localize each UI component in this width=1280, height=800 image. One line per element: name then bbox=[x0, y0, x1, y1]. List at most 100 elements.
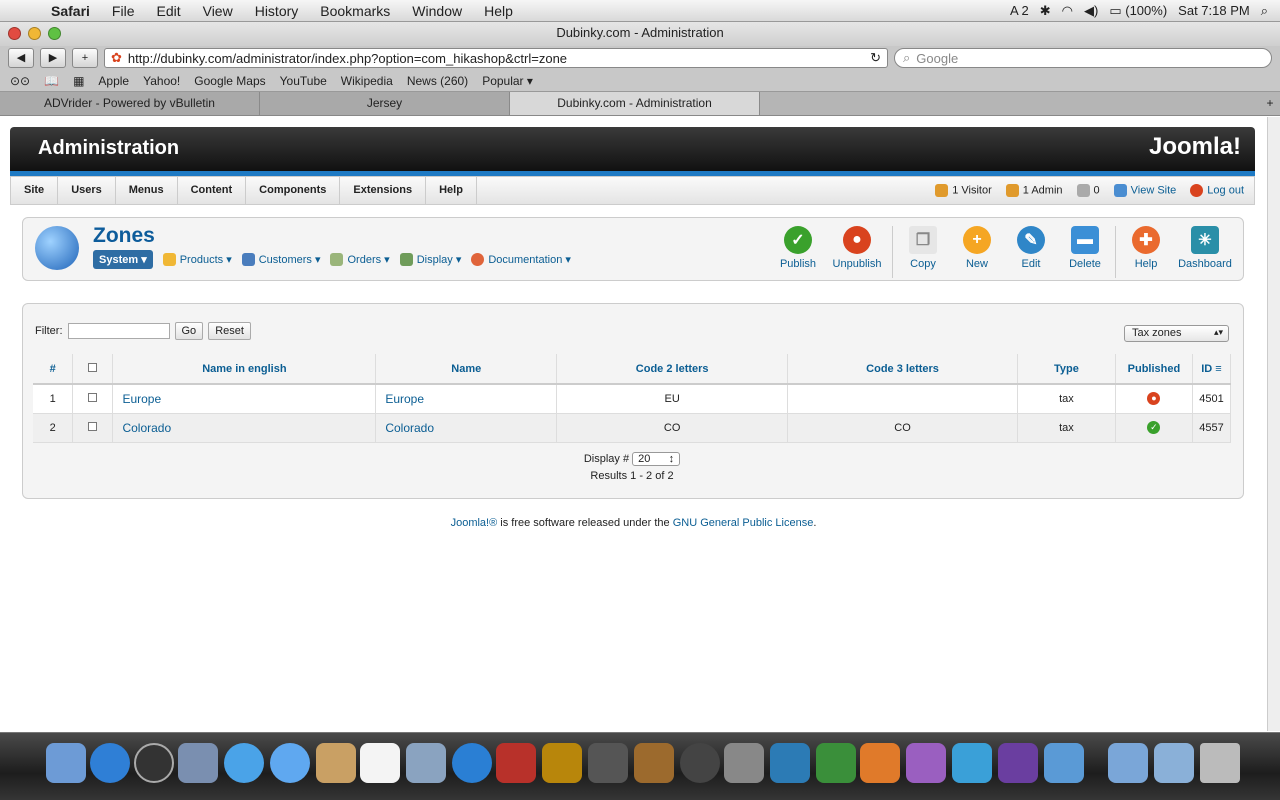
help-button[interactable]: ✚ Help bbox=[1119, 226, 1173, 270]
new-tab-button[interactable]: + bbox=[1260, 92, 1280, 115]
go-button[interactable]: Go bbox=[174, 322, 204, 340]
messenger-icon[interactable] bbox=[952, 743, 992, 783]
display-limit-select[interactable]: 20 ↕ bbox=[632, 452, 681, 466]
reading-glasses-icon[interactable]: ⊙⊙ bbox=[10, 74, 30, 88]
address-book-icon[interactable] bbox=[316, 743, 356, 783]
unpublished-toggle-icon[interactable]: ● bbox=[1147, 392, 1161, 406]
tab-jersey[interactable]: Jersey bbox=[260, 92, 510, 115]
menu-bookmarks[interactable]: Bookmarks bbox=[309, 3, 401, 19]
menu-menus[interactable]: Menus bbox=[116, 177, 178, 204]
col-type[interactable]: Type bbox=[1017, 354, 1116, 385]
menu-extensions[interactable]: Extensions bbox=[340, 177, 427, 204]
menu-view[interactable]: View bbox=[192, 3, 244, 19]
col-code3[interactable]: Code 3 letters bbox=[787, 354, 1018, 385]
time-machine-icon[interactable] bbox=[680, 743, 720, 783]
tab-advrider[interactable]: ADVrider - Powered by vBulletin bbox=[0, 92, 260, 115]
app-store-icon[interactable] bbox=[90, 743, 130, 783]
battery-icon[interactable]: ▭ (100%) bbox=[1109, 3, 1167, 19]
bookmark-yahoo[interactable]: Yahoo! bbox=[143, 74, 180, 88]
bookmark-youtube[interactable]: YouTube bbox=[280, 74, 327, 88]
close-window-button[interactable] bbox=[8, 27, 21, 40]
dashboard-button[interactable]: ✳ Dashboard bbox=[1173, 226, 1237, 270]
mail-icon[interactable] bbox=[178, 743, 218, 783]
my-day-icon[interactable] bbox=[998, 743, 1038, 783]
gpl-license-link[interactable]: GNU General Public License bbox=[673, 517, 814, 529]
imovie-icon[interactable] bbox=[588, 743, 628, 783]
tab-dubinky-admin[interactable]: Dubinky.com - Administration bbox=[510, 92, 760, 115]
bookmark-popular[interactable]: Popular ▾ bbox=[482, 74, 533, 88]
submenu-products[interactable]: Products ▾ bbox=[162, 253, 232, 267]
trash-dock-icon[interactable] bbox=[1200, 743, 1240, 783]
zone-type-select[interactable]: Tax zones ▴▾ bbox=[1124, 325, 1229, 342]
menu-components[interactable]: Components bbox=[246, 177, 341, 204]
itunes-icon[interactable] bbox=[452, 743, 492, 783]
reset-button[interactable]: Reset bbox=[208, 322, 251, 340]
unpublish-button[interactable]: ● Unpublish bbox=[825, 226, 889, 270]
bookmark-news[interactable]: News (260) bbox=[407, 74, 468, 88]
logout-link[interactable]: Log out bbox=[1190, 184, 1244, 197]
col-published[interactable]: Published bbox=[1115, 354, 1193, 385]
garageband-icon[interactable] bbox=[634, 743, 674, 783]
submenu-orders[interactable]: Orders ▾ bbox=[330, 253, 390, 267]
bookmark-apple[interactable]: Apple bbox=[98, 74, 129, 88]
ichat-icon[interactable] bbox=[270, 743, 310, 783]
excel-icon[interactable] bbox=[816, 743, 856, 783]
menu-content[interactable]: Content bbox=[178, 177, 247, 204]
joomla-link[interactable]: Joomla!® bbox=[451, 517, 498, 529]
clock[interactable]: Sat 7:18 PM bbox=[1178, 3, 1250, 18]
spotlight-icon[interactable]: ⌕ bbox=[1261, 3, 1268, 19]
messages-status[interactable]: 0 bbox=[1076, 184, 1100, 197]
submenu-display[interactable]: Display ▾ bbox=[399, 253, 461, 267]
menu-edit[interactable]: Edit bbox=[145, 3, 191, 19]
bookmark-google-maps[interactable]: Google Maps bbox=[194, 74, 265, 88]
vertical-scrollbar[interactable] bbox=[1267, 117, 1280, 731]
reload-icon[interactable]: ↻ bbox=[870, 50, 881, 66]
zone-name-english-link[interactable]: Europe bbox=[112, 384, 377, 414]
applications-folder-icon[interactable] bbox=[1108, 743, 1148, 783]
menu-help[interactable]: Help bbox=[426, 177, 477, 204]
select-all-checkbox[interactable] bbox=[88, 362, 98, 372]
zoom-window-button[interactable] bbox=[48, 27, 61, 40]
iphoto-icon[interactable] bbox=[542, 743, 582, 783]
submenu-documentation[interactable]: Documentation ▾ bbox=[471, 253, 571, 267]
col-name[interactable]: Name bbox=[375, 354, 558, 385]
submenu-customers[interactable]: Customers ▾ bbox=[241, 253, 320, 267]
address-bar-url[interactable]: http://dubinky.com/administrator/index.p… bbox=[128, 51, 864, 66]
menu-file[interactable]: File bbox=[101, 3, 146, 19]
search-field[interactable]: ⌕ Google bbox=[894, 48, 1272, 68]
word-icon[interactable] bbox=[770, 743, 810, 783]
bookmarks-book-icon[interactable]: 📖 bbox=[44, 74, 59, 88]
zone-name-link[interactable]: Europe bbox=[375, 384, 558, 414]
col-id[interactable]: ID ≡ bbox=[1192, 354, 1232, 385]
view-site-link[interactable]: View Site bbox=[1113, 184, 1176, 197]
menu-users[interactable]: Users bbox=[58, 177, 116, 204]
copy-button[interactable]: ❐ Copy bbox=[896, 226, 950, 270]
menu-window[interactable]: Window bbox=[401, 3, 473, 19]
col-code2[interactable]: Code 2 letters bbox=[556, 354, 789, 385]
publish-button[interactable]: ✓ Publish bbox=[771, 226, 825, 270]
new-button[interactable]: + New bbox=[950, 226, 1004, 270]
entourage-icon[interactable] bbox=[906, 743, 946, 783]
submenu-system[interactable]: System ▾ bbox=[93, 250, 153, 269]
finder-icon[interactable] bbox=[46, 743, 86, 783]
row-checkbox[interactable] bbox=[88, 421, 98, 431]
minimize-window-button[interactable] bbox=[28, 27, 41, 40]
col-name-english[interactable]: Name in english bbox=[112, 354, 377, 385]
filter-input[interactable] bbox=[67, 323, 170, 339]
safari-icon[interactable] bbox=[224, 743, 264, 783]
dashboard-dock-icon[interactable] bbox=[134, 743, 174, 783]
bluetooth-icon[interactable]: ✱ bbox=[1040, 3, 1051, 19]
system-preferences-icon[interactable] bbox=[724, 743, 764, 783]
menu-site[interactable]: Site bbox=[11, 177, 59, 204]
zone-name-english-link[interactable]: Colorado bbox=[112, 413, 377, 443]
back-button[interactable]: ◀ bbox=[8, 48, 34, 68]
published-toggle-icon[interactable]: ✓ bbox=[1147, 421, 1161, 434]
volume-icon[interactable]: ◀) bbox=[1084, 3, 1098, 19]
menu-help[interactable]: Help bbox=[473, 3, 524, 19]
ical-icon[interactable] bbox=[360, 743, 400, 783]
edit-button[interactable]: ✎ Edit bbox=[1004, 226, 1058, 270]
documents-folder-icon[interactable] bbox=[1154, 743, 1194, 783]
powerpoint-icon[interactable] bbox=[860, 743, 900, 783]
bookmark-wikipedia[interactable]: Wikipedia bbox=[341, 74, 393, 88]
menu-app-safari[interactable]: Safari bbox=[40, 3, 101, 19]
